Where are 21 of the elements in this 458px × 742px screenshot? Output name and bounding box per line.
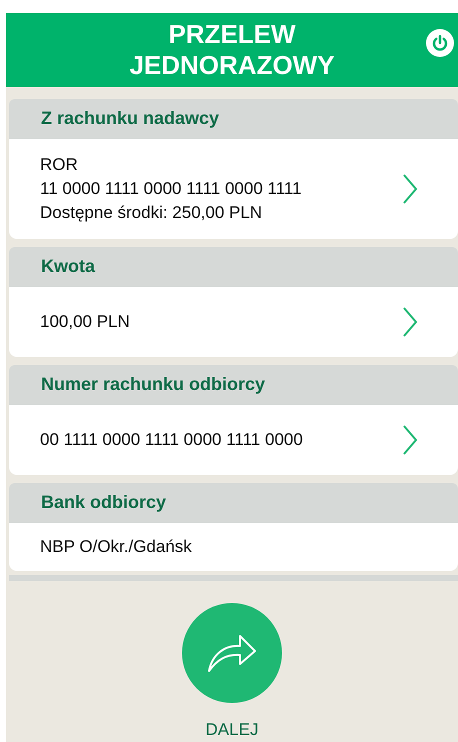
- section-value: 11 0000 1111 0000 1111 0000 1111: [40, 178, 302, 200]
- power-icon: [431, 34, 449, 52]
- section-title: Numer rachunku odbiorcy: [41, 373, 266, 396]
- chevron-right-icon: [402, 424, 418, 456]
- section-row[interactable]: 00 1111 0000 1111 0000 1111 0000: [9, 404, 458, 475]
- forward-arrow-icon: [206, 632, 258, 672]
- screen-title: PRZELEW JEDNORAZOWY: [129, 18, 335, 81]
- section-value: NBP O/Okr./Gdańsk: [40, 536, 192, 558]
- section-value: 100,00 PLN: [40, 310, 130, 333]
- next-button[interactable]: DALEJ: [182, 602, 282, 742]
- section-title: Z rachunku nadawcy: [41, 107, 220, 130]
- chevron-right-icon: [402, 172, 418, 205]
- section-value: Dostępne środki: 250,00 PLN: [40, 202, 264, 224]
- power-button[interactable]: [426, 29, 454, 57]
- section-row[interactable]: 100,00 PLN: [9, 286, 458, 357]
- section-row[interactable]: ROR 11 0000 1111 0000 1111 0000 1111 Dostępne środki: 250,00 PLN: [9, 138, 458, 239]
- section-title: Kwota: [41, 255, 95, 278]
- section-title: Bank odbiorcy: [41, 491, 166, 514]
- section-value: ROR: [40, 154, 79, 176]
- chevron-right-icon: [402, 306, 418, 338]
- section-value: 00 1111 0000 1111 0000 1111 0000: [40, 428, 303, 451]
